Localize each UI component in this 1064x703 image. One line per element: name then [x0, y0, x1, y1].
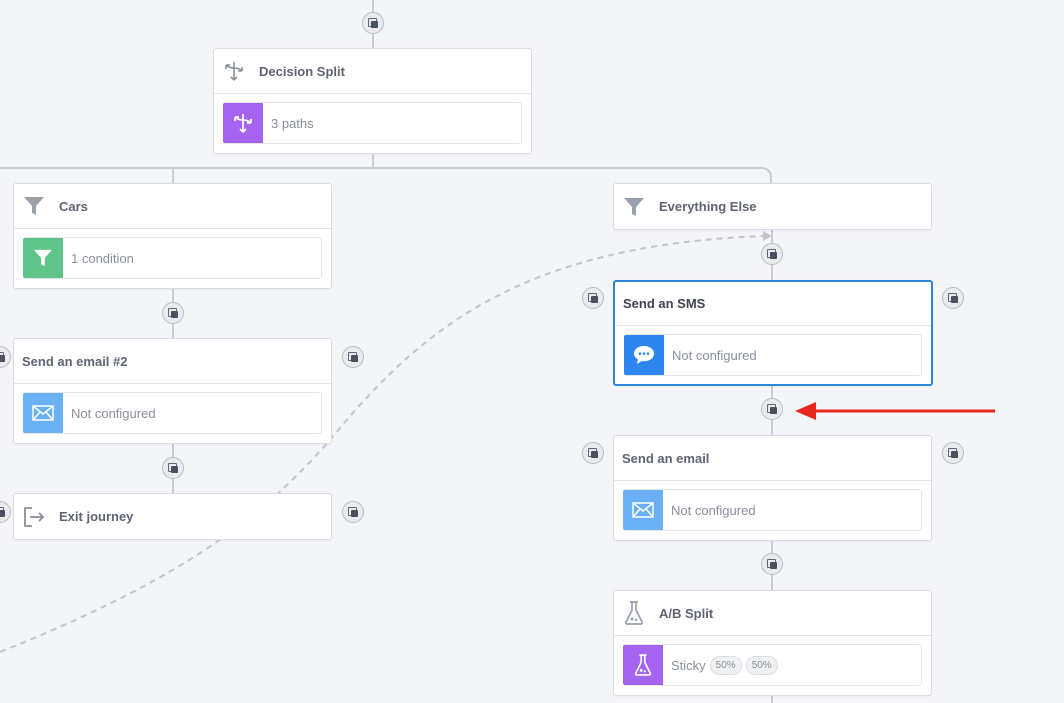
add-step-icon[interactable]: [362, 12, 384, 34]
add-step-icon[interactable]: [942, 442, 964, 464]
send-email-title: Send an email: [622, 450, 710, 466]
exit-door-icon: [22, 505, 46, 529]
cars-branch-node[interactable]: Cars 1 condition: [13, 183, 332, 289]
send-email-header: Send an email: [614, 436, 931, 481]
send-email-2-status: Not configured: [71, 405, 156, 421]
add-step-icon[interactable]: [0, 346, 11, 368]
add-step-icon[interactable]: [942, 287, 964, 309]
add-step-icon[interactable]: [761, 243, 783, 265]
ab-split-title: A/B Split: [659, 605, 714, 621]
annotation-arrow-head: [795, 402, 816, 420]
everything-else-header: Everything Else: [614, 184, 931, 229]
everything-else-title: Everything Else: [659, 199, 757, 214]
branch-arrows-icon: [222, 59, 246, 83]
add-step-icon[interactable]: [761, 553, 783, 575]
funnel-icon: [23, 238, 63, 278]
connector-line: [172, 168, 174, 184]
ab-split-badge-b: 50%: [745, 655, 778, 675]
envelope-icon: [23, 393, 63, 433]
send-email-2-config-pill[interactable]: Not configured: [23, 392, 322, 434]
chat-bubble-icon: [624, 335, 664, 375]
connector-line: [372, 154, 374, 168]
cars-branch-title: Cars: [59, 198, 88, 214]
connector-line: [0, 167, 762, 169]
everything-else-node[interactable]: Everything Else: [613, 183, 932, 230]
funnel-icon: [22, 194, 46, 218]
send-sms-header: Send an SMS: [615, 282, 931, 326]
add-step-icon[interactable]: [342, 501, 364, 523]
connector-line: [771, 695, 773, 703]
send-email-2-header: Send an email #2: [14, 339, 331, 384]
decision-split-paths-pill[interactable]: 3 paths: [223, 102, 522, 144]
ab-split-label: Sticky: [671, 657, 706, 673]
add-step-icon[interactable]: [582, 287, 604, 309]
send-email-status: Not configured: [671, 502, 756, 518]
send-email-2-node[interactable]: Send an email #2 Not configured: [13, 338, 332, 444]
funnel-icon: [622, 195, 646, 219]
ab-split-config-pill[interactable]: Sticky 50% 50%: [623, 644, 922, 686]
exit-journey-header: Exit journey: [14, 494, 331, 539]
decision-split-title: Decision Split: [259, 63, 345, 79]
decision-split-paths: 3 paths: [271, 115, 314, 131]
envelope-icon: [623, 490, 663, 530]
decision-split-header: Decision Split: [214, 49, 531, 94]
ab-split-node[interactable]: A/B Split Sticky 50% 50%: [613, 590, 932, 696]
add-step-icon[interactable]: [162, 457, 184, 479]
flask-icon: [622, 601, 646, 625]
branch-arrows-icon: [223, 103, 263, 143]
add-step-icon[interactable]: [582, 442, 604, 464]
flask-icon: [623, 645, 663, 685]
ab-split-header: A/B Split: [614, 591, 931, 636]
exit-journey-node[interactable]: Exit journey: [13, 493, 332, 540]
cars-condition-pill[interactable]: 1 condition: [23, 237, 322, 279]
send-email-2-title: Send an email #2: [22, 353, 128, 369]
send-sms-status: Not configured: [672, 347, 757, 363]
add-step-icon[interactable]: [761, 398, 783, 420]
send-email-config-pill[interactable]: Not configured: [623, 489, 922, 531]
ab-split-badge-a: 50%: [709, 655, 742, 675]
send-sms-title: Send an SMS: [623, 296, 706, 311]
add-step-icon[interactable]: [342, 346, 364, 368]
decision-split-node[interactable]: Decision Split 3 paths: [213, 48, 532, 154]
cars-branch-header: Cars: [14, 184, 331, 229]
journey-canvas: Decision Split 3 paths Cars 1 condition …: [0, 0, 1064, 703]
send-email-node[interactable]: Send an email Not configured: [613, 435, 932, 541]
send-sms-node[interactable]: Send an SMS Not configured: [613, 280, 933, 386]
cars-condition: 1 condition: [71, 250, 134, 266]
add-step-icon[interactable]: [162, 302, 184, 324]
send-sms-config-pill[interactable]: Not configured: [624, 334, 922, 376]
annotation-arrow: [795, 402, 995, 420]
add-step-icon[interactable]: [0, 501, 11, 523]
exit-journey-title: Exit journey: [59, 509, 134, 524]
